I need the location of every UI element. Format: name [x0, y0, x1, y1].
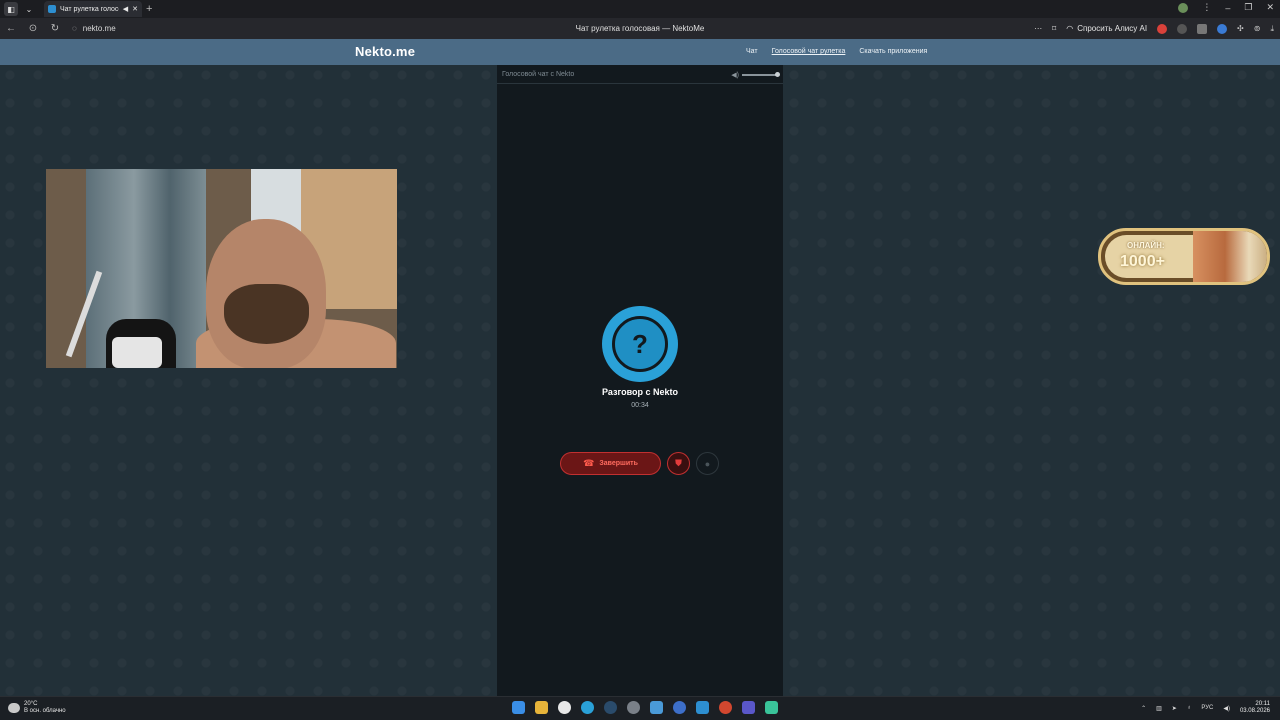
browser-tab[interactable]: Чат рулетка голосов ◀ ✕: [44, 1, 142, 17]
extension-b-icon[interactable]: [1197, 23, 1208, 34]
report-button[interactable]: ⛊: [667, 452, 690, 475]
app-red-icon[interactable]: [719, 701, 732, 714]
url-text: nekto.me: [82, 24, 116, 33]
partner-avatar: ?: [602, 306, 678, 382]
restore-icon[interactable]: ❐: [1244, 2, 1252, 13]
bookmark-icon[interactable]: ⌑: [1052, 24, 1056, 33]
tray-volume-icon[interactable]: ◀): [1223, 705, 1230, 712]
weather-widget[interactable]: 20°C В осн. облачно: [8, 701, 66, 715]
clock-time: 20:11: [1255, 701, 1270, 707]
online-label: ОНЛАЙН:: [1127, 241, 1165, 250]
downloads-icon[interactable]: ⊙: [22, 23, 44, 34]
question-mark-icon: ?: [612, 316, 668, 372]
shield-icon: ⛊: [675, 458, 682, 468]
app-green-icon[interactable]: [765, 701, 778, 714]
start-icon[interactable]: [512, 701, 525, 714]
webcam-mic-filter: [112, 337, 162, 368]
nav-voice-chat-link[interactable]: Голосовой чат рулетка: [772, 48, 846, 55]
tab-close-icon[interactable]: ✕: [132, 5, 138, 13]
nav-download-apps-link[interactable]: Скачать приложения: [859, 48, 927, 55]
back-icon[interactable]: ←: [0, 23, 22, 34]
site-nav: Чат Голосовой чат рулетка Скачать прилож…: [746, 48, 927, 55]
conversation-title: Разговор с Nekto: [601, 387, 679, 397]
close-window-icon[interactable]: ✕: [1266, 2, 1274, 13]
language-indicator[interactable]: РУС: [1201, 705, 1213, 711]
microphone-icon: ●: [704, 458, 711, 469]
volume-knob[interactable]: [775, 72, 780, 77]
minimize-icon[interactable]: –: [1225, 3, 1230, 13]
file-explorer-icon[interactable]: [535, 701, 548, 714]
site-logo[interactable]: Nekto.me: [355, 44, 415, 59]
site-header: Nekto.me Чат Голосовой чат рулетка Скача…: [0, 39, 1280, 65]
webcam-person-beard: [224, 284, 309, 344]
profile-avatar[interactable]: [1178, 2, 1189, 13]
tray-network-icon[interactable]: ▥: [1156, 705, 1162, 712]
tab-audio-icon[interactable]: ◀: [123, 5, 128, 13]
tab-favicon-icon: [48, 5, 56, 13]
new-tab-icon[interactable]: +: [146, 3, 152, 15]
app-edge-icon[interactable]: [696, 701, 709, 714]
end-call-button[interactable]: ☎ Завершить: [560, 452, 661, 475]
online-count: 1000+: [1120, 253, 1165, 270]
call-timer: 00:34: [631, 402, 649, 409]
webcam-video: [46, 169, 397, 368]
system-tray: ⌃ ▥ ➤ ♁ РУС ◀) 20:11 03.08.2026: [1141, 701, 1270, 715]
voice-chat-panel: Голосовой чат с Nekto ◀) ? Разговор с Ne…: [497, 65, 783, 696]
nav-chat-link[interactable]: Чат: [746, 48, 758, 55]
tray-mic-icon[interactable]: ♁: [1187, 705, 1192, 711]
url-field[interactable]: ◌ nekto.me: [72, 24, 116, 33]
extension-icon[interactable]: [1177, 23, 1188, 34]
end-call-label: Завершить: [599, 460, 638, 467]
app-stats-icon[interactable]: [742, 701, 755, 714]
adblock-extension-icon[interactable]: [1157, 23, 1168, 34]
yandex-browser-icon[interactable]: [558, 701, 571, 714]
weather-description: В осн. облачно: [24, 708, 66, 714]
window-controls: ⋮ – ❐ ✕: [1178, 2, 1274, 13]
site-shield-icon: ◌: [72, 24, 77, 33]
os-taskbar: 20°C В осн. облачно ⌃ ▥ ➤ ♁ РУС ◀) 20:11…: [0, 696, 1280, 720]
address-bar: ← ⊙ ↻ ◌ nekto.me Чат рулетка голосовая —…: [0, 18, 1280, 39]
cloud-icon: [8, 703, 20, 713]
ask-alisa-label: Спросить Алису AI: [1077, 24, 1148, 33]
mute-button[interactable]: ●: [696, 452, 719, 475]
settings-icon[interactable]: [627, 701, 640, 714]
reload-icon[interactable]: ↻: [44, 23, 66, 34]
hang-up-icon: ☎: [583, 458, 595, 468]
taskbar-apps: [512, 701, 778, 714]
volume-slider[interactable]: ◀): [731, 71, 780, 79]
ask-alisa-button[interactable]: ◠ Спросить Алису AI: [1066, 24, 1147, 33]
weather-temperature: 20°C: [24, 701, 38, 707]
window-options-icon[interactable]: ⋮: [1202, 2, 1211, 13]
online-count-badge[interactable]: ОНЛАЙН: 1000+: [1098, 228, 1270, 285]
volume-track[interactable]: [742, 72, 780, 77]
volume-icon: ◀): [731, 72, 739, 79]
extensions-puzzle-icon[interactable]: ✣: [1237, 24, 1244, 33]
tab-title: Чат рулетка голосов: [60, 5, 119, 13]
steam-icon[interactable]: [604, 701, 617, 714]
clock[interactable]: 20:11 03.08.2026: [1240, 701, 1270, 715]
telegram-icon[interactable]: [581, 701, 594, 714]
clock-date: 03.08.2026: [1239, 708, 1270, 714]
tray-chevron-icon[interactable]: ⌃: [1141, 705, 1146, 712]
address-bar-tools: ⋯ ⌑ ◠ Спросить Алису AI ✣ ⊚ ⤓: [1034, 23, 1274, 34]
panel-header-title: Голосовой чат с Nekto: [502, 70, 575, 78]
app-blue-icon[interactable]: [673, 701, 686, 714]
badge-characters-image: [1193, 231, 1267, 282]
alisa-icon: ◠: [1066, 24, 1074, 33]
extension-blue-icon[interactable]: [1217, 23, 1228, 34]
download-icon[interactable]: ⤓: [1270, 24, 1274, 34]
more-icon[interactable]: ⋯: [1034, 24, 1042, 33]
tabs-dropdown-icon[interactable]: ⌄: [22, 2, 36, 16]
tray-telegram-icon[interactable]: ➤: [1172, 705, 1177, 712]
browser-tabbar: ◧ ⌄ Чат рулетка голосов ◀ ✕ + ⋮ – ❐ ✕: [0, 0, 1280, 18]
screenshot-icon[interactable]: ⊚: [1254, 24, 1261, 33]
photos-icon[interactable]: [650, 701, 663, 714]
browser-menu-icon[interactable]: ◧: [4, 2, 18, 16]
